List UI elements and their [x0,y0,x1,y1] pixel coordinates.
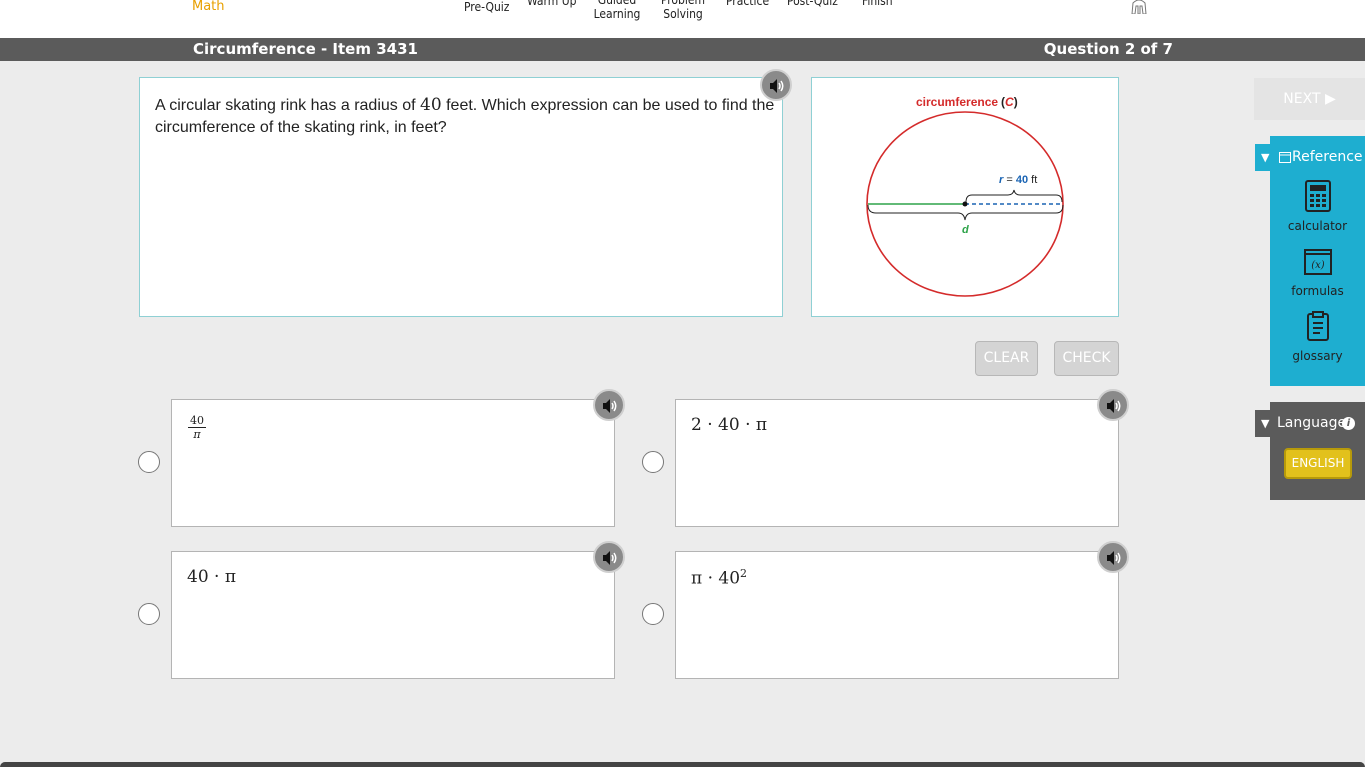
speaker-icon [1107,551,1121,565]
answer-a-audio-button[interactable] [593,389,625,421]
circle-diagram: circumference (C) r = 40 ft d [866,95,1064,297]
reference-toggle[interactable]: ▼ Reference [1255,144,1365,171]
answer-option-c[interactable]: 40 · π [171,551,615,679]
question-text: A circular skating rink has a radius of … [155,94,775,139]
answer-a-fraction: 40 π [188,414,206,441]
title-bar: Circumference - Item 3431 Question 2 of … [0,38,1365,61]
speaker-icon [1107,399,1121,413]
user-icon[interactable] [1128,0,1150,14]
answer-c-expression: 40 · π [187,567,237,587]
info-icon[interactable]: i [1342,417,1355,430]
calculator-icon[interactable] [1305,180,1331,212]
answer-b-audio-button[interactable] [1097,389,1129,421]
answer-radio-d[interactable] [642,603,664,625]
check-button[interactable]: CHECK [1054,341,1119,376]
svg-text:(x): (x) [1311,260,1325,271]
reference-label: Reference [1292,149,1363,165]
answer-b-expression: 2 · 40 · π [691,415,768,435]
answer-d-audio-button[interactable] [1097,541,1129,573]
question-number: 40 [420,95,442,115]
radius-label: r = 40 ft [999,174,1037,186]
brand-label: Math [192,0,225,14]
answer-option-b[interactable]: 2 · 40 · π [675,399,1119,527]
nav-item-problem-solving[interactable]: Problem Solving [658,0,708,21]
formulas-label[interactable]: formulas [1270,284,1365,298]
speaker-icon [603,399,617,413]
fraction-numerator: 40 [188,414,206,428]
item-title: Circumference - Item 3431 [193,40,418,58]
calculator-label[interactable]: calculator [1270,219,1365,233]
nav-item-warm-up[interactable]: Warm Up [527,0,576,8]
nav-item-practice[interactable]: Practice [726,0,769,8]
glossary-label[interactable]: glossary [1270,349,1365,363]
english-button[interactable]: ENGLISH [1284,448,1352,479]
speaker-icon [770,79,784,93]
next-button[interactable]: NEXT ▶ [1254,78,1365,120]
language-label: Language [1277,415,1347,431]
formulas-icon[interactable]: (x) [1304,249,1332,275]
clear-button[interactable]: CLEAR [975,341,1038,376]
radius-brace [965,189,1063,203]
answer-radio-b[interactable] [642,451,664,473]
language-toggle[interactable]: ▼ Language i [1255,410,1365,437]
figure-title: circumference (C) [916,95,1018,109]
answer-option-a[interactable]: 40 π [171,399,615,527]
figure-card: circumference (C) r = 40 ft d [811,77,1119,317]
power-exponent: 2 [740,567,748,580]
fraction-denominator: π [193,428,201,441]
question-audio-button[interactable] [760,69,792,101]
glossary-icon[interactable] [1307,311,1329,341]
question-progress: Question 2 of 7 [1043,40,1173,58]
window-icon [1279,152,1291,163]
nav-item-post-quiz[interactable]: Post-Quiz [787,0,838,8]
answer-radio-a[interactable] [138,451,160,473]
nav-item-guided-learning[interactable]: Guided Learning [593,0,641,21]
diameter-label: d [962,224,969,236]
nav-item-finish[interactable]: Finish [862,0,893,8]
answer-c-audio-button[interactable] [593,541,625,573]
top-nav: Math Pre-Quiz Warm Up Guided Learning Pr… [0,0,1365,38]
diameter-brace [867,204,1064,221]
question-card: A circular skating rink has a radius of … [139,77,783,317]
answer-d-expression: π · 402 [691,567,747,589]
speaker-icon [603,551,617,565]
nav-item-pre-quiz[interactable]: Pre-Quiz [464,0,509,14]
answer-option-d[interactable]: π · 402 [675,551,1119,679]
center-point [962,201,968,207]
triangle-down-icon: ▼ [1261,417,1270,430]
power-base: π · 40 [691,568,741,589]
bottom-bar [0,762,1365,767]
question-text-part: A circular skating rink has a radius of [155,97,421,114]
triangle-down-icon: ▼ [1261,151,1270,164]
answer-radio-c[interactable] [138,603,160,625]
